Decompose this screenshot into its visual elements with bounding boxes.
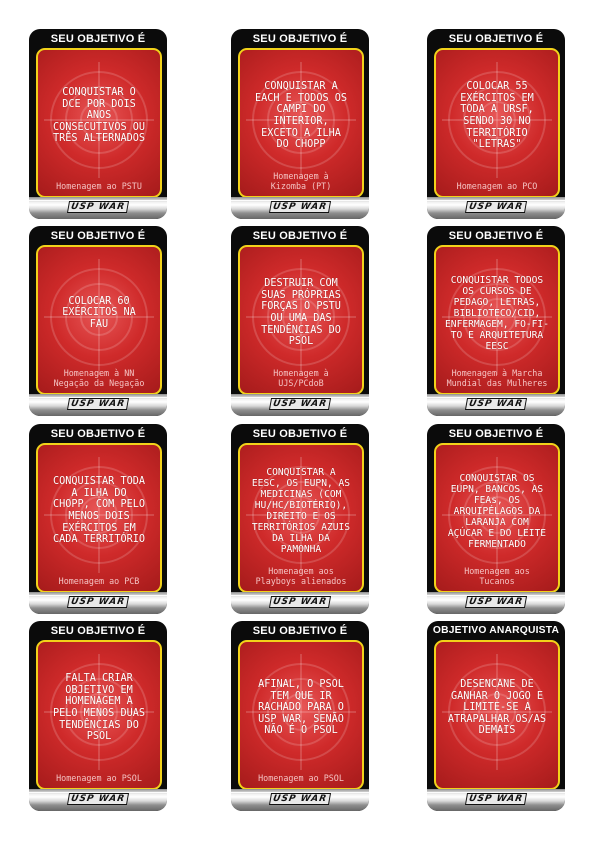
usp-war-logo: USP WAR bbox=[231, 596, 369, 608]
card-footer: USP WAR bbox=[231, 197, 369, 219]
card-footer: USP WAR bbox=[427, 394, 565, 416]
objective-card: SEU OBJETIVO É COLOCAR 55 EXÉRCITOS EM T… bbox=[427, 29, 565, 219]
usp-war-logo: USP WAR bbox=[427, 596, 565, 608]
card-panel: COLOCAR 55 EXÉRCITOS EM TODA A URSF, SEN… bbox=[434, 48, 560, 198]
card-header: SEU OBJETIVO É bbox=[252, 428, 348, 440]
objective-text: FALTA CRIAR OBJETIVO EM HOMENAGEM A PELO… bbox=[52, 673, 145, 743]
tribute-text: Homenagem ao PSOL bbox=[56, 773, 142, 783]
card-header: SEU OBJETIVO É bbox=[448, 428, 544, 440]
logo-text: USP WAR bbox=[268, 201, 332, 213]
objective-text: AFINAL, O PSOL TEM QUE IR RACHADO PARA O… bbox=[258, 679, 344, 737]
card-header: SEU OBJETIVO É bbox=[448, 230, 544, 242]
logo-text: USP WAR bbox=[66, 596, 130, 608]
card-panel: FALTA CRIAR OBJETIVO EM HOMENAGEM A PELO… bbox=[36, 640, 162, 790]
objective-card: SEU OBJETIVO É CONQUISTAR OS EUPN, BANCO… bbox=[427, 424, 565, 614]
usp-war-logo: USP WAR bbox=[427, 201, 565, 213]
card-header: SEU OBJETIVO É bbox=[50, 33, 146, 45]
tribute-text: Homenagem aos Tucanos bbox=[464, 566, 530, 586]
card-header: SEU OBJETIVO É bbox=[50, 230, 146, 242]
logo-text: USP WAR bbox=[464, 793, 528, 805]
objective-card: OBJETIVO ANARQUISTA DESENCANE DE GANHAR … bbox=[427, 621, 565, 811]
usp-war-logo: USP WAR bbox=[29, 596, 167, 608]
usp-war-logo: USP WAR bbox=[29, 793, 167, 805]
usp-war-logo: USP WAR bbox=[29, 201, 167, 213]
logo-text: USP WAR bbox=[66, 793, 130, 805]
card-footer: USP WAR bbox=[427, 197, 565, 219]
card-footer: USP WAR bbox=[29, 197, 167, 219]
tribute-text: Homenagem aos Playboys alienados bbox=[255, 566, 347, 586]
card-header: OBJETIVO ANARQUISTA bbox=[432, 625, 560, 636]
card-footer: USP WAR bbox=[29, 789, 167, 811]
card-panel: DESTRUIR COM SUAS PRÓPRIAS FORÇAS O PSTU… bbox=[238, 245, 364, 395]
objective-text: CONQUISTAR A EACH E TODOS OS CAMPI DO IN… bbox=[254, 81, 347, 151]
usp-war-logo: USP WAR bbox=[29, 398, 167, 410]
card-header: SEU OBJETIVO É bbox=[50, 428, 146, 440]
card-footer: USP WAR bbox=[231, 789, 369, 811]
tribute-text: Homenagem ao PSTU bbox=[56, 181, 142, 191]
card-panel: DESENCANE DE GANHAR O JOGO E LIMITE-SE A… bbox=[434, 640, 560, 790]
card-panel: CONQUISTAR O DCE POR DOIS ANOS CONSECUTI… bbox=[36, 48, 162, 198]
objective-card: SEU OBJETIVO É CONQUISTAR TODA A ILHA DO… bbox=[29, 424, 167, 614]
objective-card: SEU OBJETIVO É CONQUISTAR O DCE POR DOIS… bbox=[29, 29, 167, 219]
tribute-text: Homenagem ao PSOL bbox=[258, 773, 344, 783]
objective-text: CONQUISTAR A EESC, OS EUPN, AS MEDICINAS… bbox=[251, 467, 351, 555]
usp-war-logo: USP WAR bbox=[427, 398, 565, 410]
tribute-text: Homenagem à Marcha Mundial das Mulheres bbox=[446, 368, 548, 388]
card-panel: CONQUISTAR A EACH E TODOS OS CAMPI DO IN… bbox=[238, 48, 364, 198]
objective-card: SEU OBJETIVO É DESTRUIR COM SUAS PRÓPRIA… bbox=[231, 226, 369, 416]
objective-text: CONQUISTAR TODOS OS CURSOS DE PEDAGO, LE… bbox=[445, 274, 549, 352]
usp-war-logo: USP WAR bbox=[427, 793, 565, 805]
card-panel: CONQUISTAR TODA A ILHA DO CHOPP, COM PEL… bbox=[36, 443, 162, 593]
tribute-text: Homenagem ao PCB bbox=[58, 576, 140, 586]
objective-card: SEU OBJETIVO É AFINAL, O PSOL TEM QUE IR… bbox=[231, 621, 369, 811]
objective-card: SEU OBJETIVO É CONQUISTAR A EACH E TODOS… bbox=[231, 29, 369, 219]
card-footer: USP WAR bbox=[231, 592, 369, 614]
card-panel: CONQUISTAR OS EUPN, BANCOS, AS FEAs, OS … bbox=[434, 443, 560, 593]
card-panel: AFINAL, O PSOL TEM QUE IR RACHADO PARA O… bbox=[238, 640, 364, 790]
card-header: SEU OBJETIVO É bbox=[448, 33, 544, 45]
tribute-text: Homenagem à UJS/PCdoB bbox=[273, 368, 329, 388]
tribute-text: Homenagem à Kizomba (PT) bbox=[270, 171, 332, 191]
logo-text: USP WAR bbox=[268, 398, 332, 410]
card-header: SEU OBJETIVO É bbox=[50, 625, 146, 637]
tribute-text: Homenagem ao PCO bbox=[456, 181, 538, 191]
objective-card: SEU OBJETIVO É CONQUISTAR TODOS OS CURSO… bbox=[427, 226, 565, 416]
objective-card: SEU OBJETIVO É FALTA CRIAR OBJETIVO EM H… bbox=[29, 621, 167, 811]
logo-text: USP WAR bbox=[464, 596, 528, 608]
logo-text: USP WAR bbox=[268, 793, 332, 805]
objective-card: SEU OBJETIVO É COLOCAR 60 EXÉRCITOS NA F… bbox=[29, 226, 167, 416]
card-footer: USP WAR bbox=[231, 394, 369, 416]
objective-text: COLOCAR 60 EXÉRCITOS NA FAU bbox=[62, 295, 136, 330]
objective-text: CONQUISTAR OS EUPN, BANCOS, AS FEAs, OS … bbox=[447, 472, 547, 550]
card-footer: USP WAR bbox=[427, 592, 565, 614]
objective-card: SEU OBJETIVO É CONQUISTAR A EESC, OS EUP… bbox=[231, 424, 369, 614]
card-footer: USP WAR bbox=[29, 592, 167, 614]
objective-text: DESTRUIR COM SUAS PRÓPRIAS FORÇAS O PSTU… bbox=[261, 278, 341, 348]
card-header: SEU OBJETIVO É bbox=[252, 230, 348, 242]
usp-war-logo: USP WAR bbox=[231, 398, 369, 410]
card-footer: USP WAR bbox=[29, 394, 167, 416]
logo-text: USP WAR bbox=[66, 398, 130, 410]
objective-text: CONQUISTAR TODA A ILHA DO CHOPP, COM PEL… bbox=[52, 476, 145, 546]
logo-text: USP WAR bbox=[66, 201, 130, 213]
objective-text: CONQUISTAR O DCE POR DOIS ANOS CONSECUTI… bbox=[52, 87, 145, 145]
logo-text: USP WAR bbox=[268, 596, 332, 608]
card-panel: CONQUISTAR A EESC, OS EUPN, AS MEDICINAS… bbox=[238, 443, 364, 593]
card-footer: USP WAR bbox=[427, 789, 565, 811]
objective-text: COLOCAR 55 EXÉRCITOS EM TODA A URSF, SEN… bbox=[460, 81, 534, 151]
card-panel: CONQUISTAR TODOS OS CURSOS DE PEDAGO, LE… bbox=[434, 245, 560, 395]
card-panel: COLOCAR 60 EXÉRCITOS NA FAU Homenagem à … bbox=[36, 245, 162, 395]
usp-war-logo: USP WAR bbox=[231, 793, 369, 805]
tribute-text: Homenagem à NN Negação da Negação bbox=[53, 368, 145, 388]
card-header: SEU OBJETIVO É bbox=[252, 33, 348, 45]
logo-text: USP WAR bbox=[464, 201, 528, 213]
objective-text: DESENCANE DE GANHAR O JOGO E LIMITE-SE A… bbox=[447, 679, 547, 737]
card-header: SEU OBJETIVO É bbox=[252, 625, 348, 637]
logo-text: USP WAR bbox=[464, 398, 528, 410]
usp-war-logo: USP WAR bbox=[231, 201, 369, 213]
